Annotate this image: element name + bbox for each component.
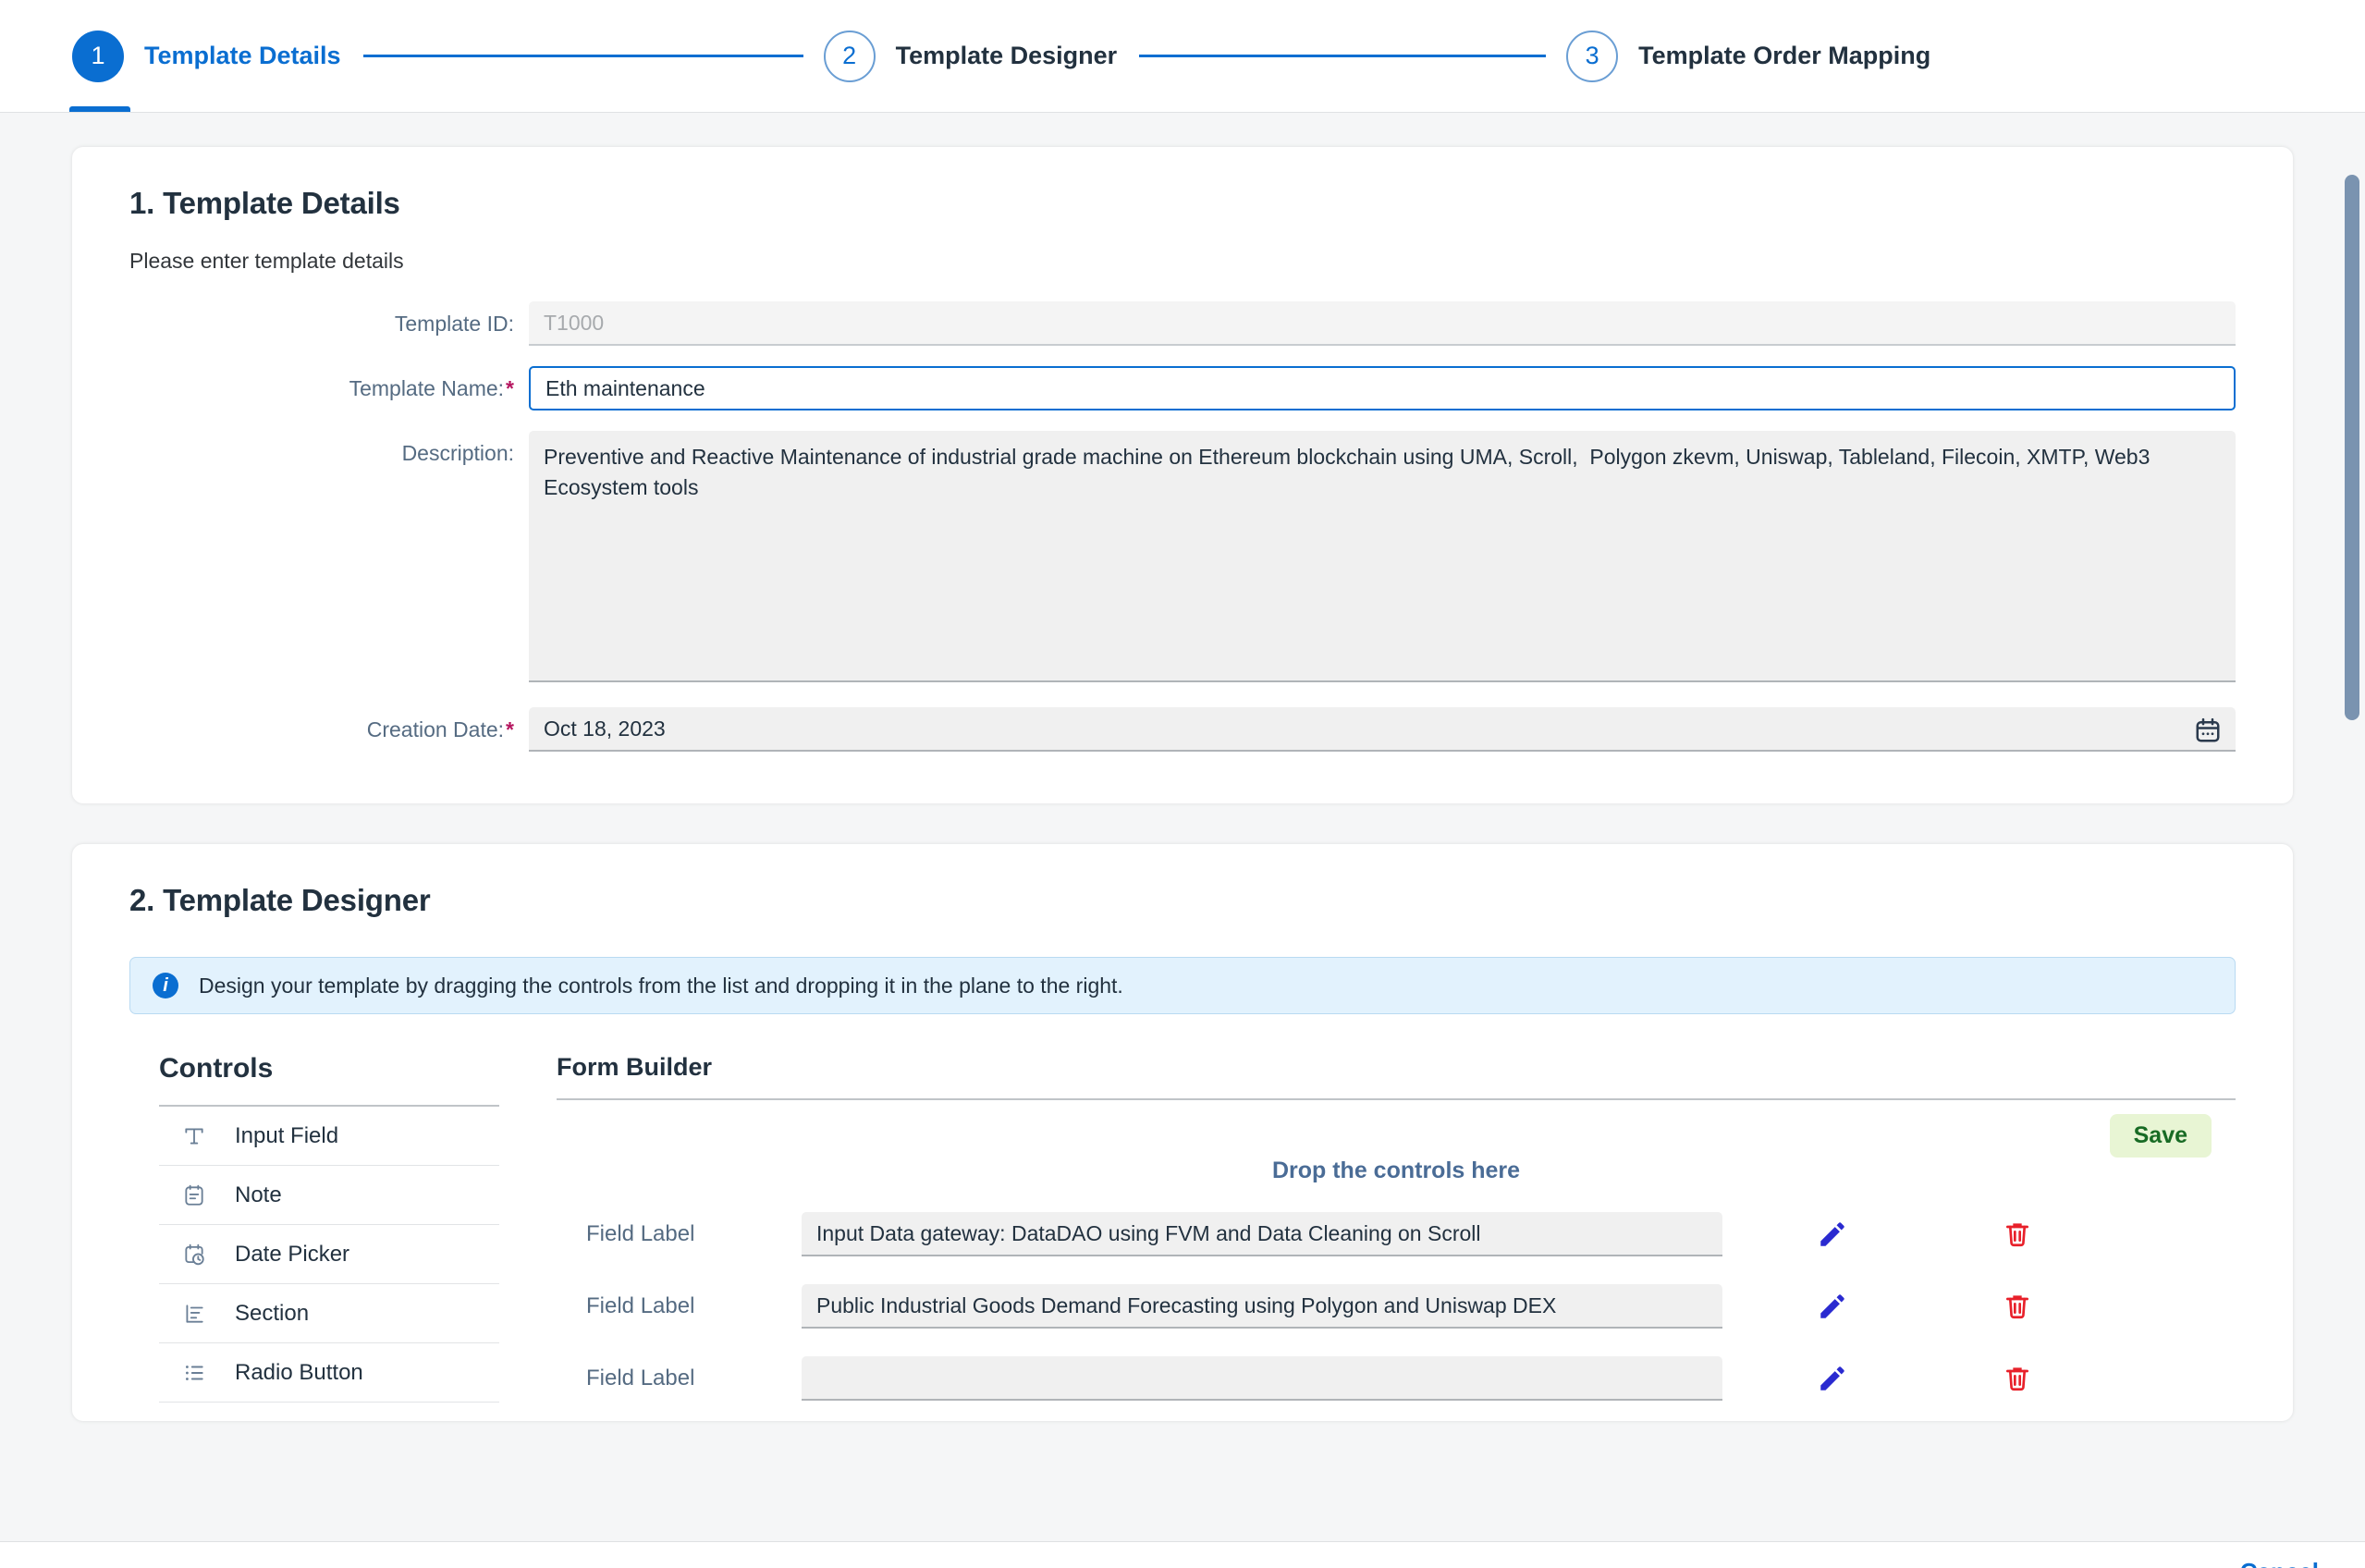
text-input-icon xyxy=(176,1124,213,1148)
wizard-step-1-number: 1 xyxy=(72,30,124,82)
radio-list-icon xyxy=(176,1361,213,1385)
creation-date-input[interactable] xyxy=(529,707,2236,752)
form-builder-row: Field Label xyxy=(557,1284,2236,1329)
control-item-note-label: Note xyxy=(235,1182,282,1207)
wizard-step-2[interactable]: 2 Template Designer xyxy=(823,0,1118,112)
form-builder-row-label: Field Label xyxy=(586,1293,695,1318)
drop-zone-hint: Drop the controls here xyxy=(1271,1158,1521,1183)
controls-panel: Controls Input Field Note Date Picker Se… xyxy=(129,1053,499,1403)
form-builder-title: Form Builder xyxy=(557,1053,713,1081)
section-icon xyxy=(176,1302,213,1326)
description-row: Description: xyxy=(129,431,2236,687)
calendar-icon[interactable] xyxy=(2193,716,2223,745)
template-name-label: Template Name:* xyxy=(129,366,529,401)
description-textarea[interactable] xyxy=(529,431,2236,682)
form-builder-row-label: Field Label xyxy=(586,1221,695,1246)
wizard-step-1-label: Template Details xyxy=(144,42,341,69)
control-item-date-picker[interactable]: Date Picker xyxy=(159,1225,499,1284)
form-builder-row-label: Field Label xyxy=(586,1366,695,1390)
vertical-scrollbar[interactable] xyxy=(2339,147,2365,1568)
form-builder-row: Field Label xyxy=(557,1212,2236,1256)
designer-info-banner: i Design your template by dragging the c… xyxy=(129,957,2236,1014)
wizard-connector-2 xyxy=(1139,55,1547,57)
wizard-step-2-label: Template Designer xyxy=(895,42,1118,69)
page-footer: Cancel xyxy=(0,1541,2365,1568)
template-name-row: Template Name:* xyxy=(129,366,2236,410)
delete-trash-icon[interactable] xyxy=(1997,1286,2038,1327)
wizard-steps-header: 1 Template Details 2 Template Designer 3… xyxy=(0,0,2365,113)
scrollbar-thumb[interactable] xyxy=(2345,175,2359,720)
save-button[interactable]: Save xyxy=(2109,1114,2212,1158)
creation-date-label-text: Creation Date: xyxy=(366,717,505,741)
template-name-required-marker: * xyxy=(506,376,514,400)
form-builder-row: Field Label xyxy=(557,1356,2236,1401)
control-item-section[interactable]: Section xyxy=(159,1284,499,1343)
form-builder-row-input[interactable] xyxy=(802,1212,1722,1256)
control-item-date-picker-label: Date Picker xyxy=(235,1241,350,1267)
delete-trash-icon[interactable] xyxy=(1997,1358,2038,1399)
wizard-connector-1 xyxy=(362,55,803,57)
template-designer-heading: 2. Template Designer xyxy=(129,883,431,917)
designer-info-text: Design your template by dragging the con… xyxy=(199,973,1123,998)
date-picker-icon xyxy=(176,1243,213,1267)
control-item-radio-button-label: Radio Button xyxy=(235,1359,363,1385)
wizard-step-2-number: 2 xyxy=(823,30,876,82)
cancel-button[interactable]: Cancel xyxy=(2231,1552,2328,1568)
form-builder-panel: Form Builder Save Drop the controls here… xyxy=(499,1053,2236,1403)
edit-pencil-icon[interactable] xyxy=(1812,1358,1853,1399)
form-builder-row-input[interactable] xyxy=(802,1284,1722,1329)
template-designer-card: 2. Template Designer i Design your templ… xyxy=(72,844,2293,1421)
template-details-heading: 1. Template Details xyxy=(129,186,400,220)
delete-trash-icon[interactable] xyxy=(1997,1214,2038,1255)
template-id-row: Template ID: xyxy=(129,301,2236,346)
creation-date-label: Creation Date:* xyxy=(129,707,529,742)
creation-date-row: Creation Date:* xyxy=(129,707,2236,752)
creation-date-required-marker: * xyxy=(506,717,514,741)
info-icon: i xyxy=(153,973,178,998)
template-details-card: 1. Template Details Please enter templat… xyxy=(72,147,2293,803)
control-item-input-field-label: Input Field xyxy=(235,1122,339,1148)
template-name-label-text: Template Name: xyxy=(349,376,505,400)
wizard-step-1[interactable]: 1 Template Details xyxy=(72,0,341,112)
edit-pencil-icon[interactable] xyxy=(1812,1214,1853,1255)
template-name-input[interactable] xyxy=(529,366,2236,410)
active-step-indicator xyxy=(69,106,130,112)
controls-panel-title: Controls xyxy=(159,1053,274,1084)
template-id-input xyxy=(529,301,2236,346)
page-scroll-area: 1. Template Details Please enter templat… xyxy=(0,147,2365,1568)
control-item-section-label: Section xyxy=(235,1300,310,1326)
controls-list: Input Field Note Date Picker Section Rad… xyxy=(159,1105,499,1403)
control-item-input-field[interactable]: Input Field xyxy=(159,1107,499,1166)
form-builder-row-input[interactable] xyxy=(802,1356,1722,1401)
template-details-form: Template ID: Template Name:* Description… xyxy=(129,301,2236,752)
wizard-step-3-number: 3 xyxy=(1566,30,1619,82)
wizard-step-3[interactable]: 3 Template Order Mapping xyxy=(1566,0,1930,112)
control-item-radio-button[interactable]: Radio Button xyxy=(159,1343,499,1403)
template-id-label: Template ID: xyxy=(394,312,514,336)
note-icon xyxy=(176,1183,213,1207)
control-item-note[interactable]: Note xyxy=(159,1166,499,1225)
designer-body: Controls Input Field Note Date Picker Se… xyxy=(129,1053,2236,1403)
edit-pencil-icon[interactable] xyxy=(1812,1286,1853,1327)
template-details-subheading: Please enter template details xyxy=(129,249,404,273)
form-builder-divider xyxy=(557,1098,2236,1100)
description-label: Description: xyxy=(401,441,514,465)
wizard-step-3-label: Template Order Mapping xyxy=(1638,42,1931,69)
